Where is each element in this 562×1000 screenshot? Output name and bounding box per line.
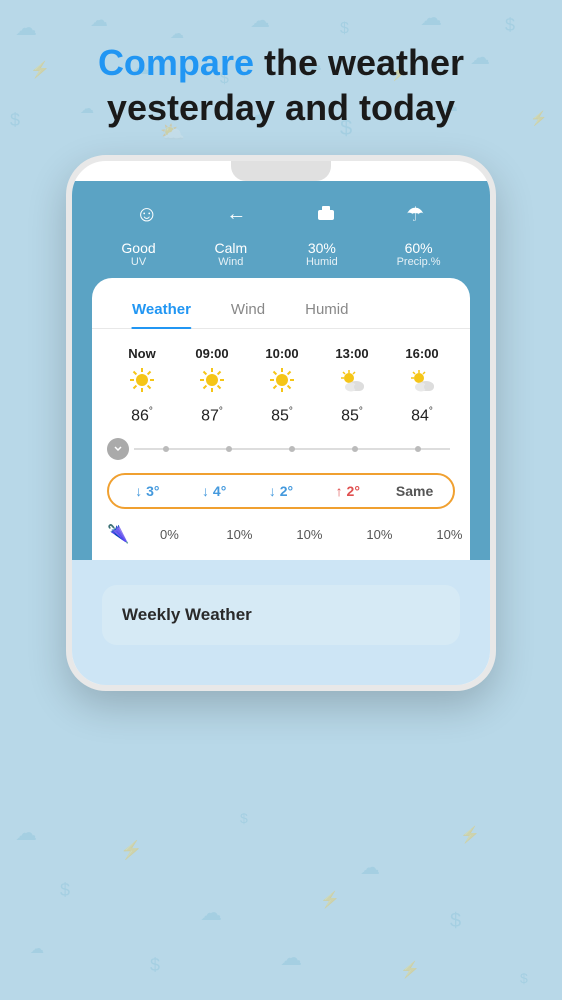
precip-stat: 60% Precip.% [397, 240, 441, 268]
weekly-section: Weekly Weather [72, 560, 490, 685]
wind-stat: Calm Wind [214, 240, 247, 268]
phone-container: ☺ ← ☂ Good UV Calm Wind [0, 155, 562, 691]
weekly-weather-label: Weekly Weather [122, 605, 252, 625]
sun-icon-10 [252, 366, 312, 401]
phone-notch [231, 161, 331, 181]
partly-cloudy-icon-16 [392, 366, 452, 401]
precip-items: 0% 10% 10% 10% 10% 10% [134, 527, 470, 542]
hour-item-19: 19:0 82 [457, 342, 470, 430]
weather-card: Weather Wind Humid Now [92, 278, 470, 560]
top-icons-row: ☺ ← ☂ [92, 196, 470, 232]
weather-app: ☺ ← ☂ Good UV Calm Wind [72, 181, 490, 560]
precip-3: 10% [344, 527, 414, 542]
slider-line [134, 448, 450, 450]
header-highlight: Compare [98, 42, 254, 83]
comp-item-4: Same [381, 483, 448, 499]
tab-wind[interactable]: Wind [211, 293, 285, 328]
tab-humid[interactable]: Humid [285, 293, 368, 328]
hour-item-10: 10:00 [247, 341, 317, 430]
precipitation-row: 🌂 0% 10% 10% 10% 10% 10% [92, 519, 470, 560]
weekly-weather-card[interactable]: Weekly Weather [102, 585, 460, 645]
header-line1-rest: the weather [254, 42, 464, 83]
hour-item-09: 09:00 [177, 341, 247, 430]
header-section: Compare the weather yesterday and today [0, 0, 562, 150]
precip-icon: ☂ [397, 196, 433, 232]
cloudy-icon-19 [462, 367, 470, 402]
tab-weather[interactable]: Weather [112, 293, 211, 328]
phone-mockup: ☺ ← ☂ Good UV Calm Wind [66, 155, 496, 691]
slider-row [92, 430, 470, 468]
header-line2: yesterday and today [107, 87, 455, 128]
hourly-scroll: Now [92, 341, 470, 430]
precip-0: 0% [134, 527, 204, 542]
precip-2: 10% [274, 527, 344, 542]
slider-handle[interactable] [107, 438, 129, 460]
sun-icon-09 [182, 366, 242, 401]
comparison-row: ↓ 3° ↓ 4° ↓ 2° ↑ 2° Same [107, 473, 455, 509]
partly-cloudy-icon-13 [322, 366, 382, 401]
hour-item-now: Now [107, 341, 177, 430]
rain-icon: 🌂 [107, 524, 129, 545]
humid-icon [308, 196, 344, 232]
precip-4: 10% [414, 527, 470, 542]
uv-icon: ☺ [129, 196, 165, 232]
hourly-row: Now [107, 341, 455, 430]
hour-item-13: 13:00 [317, 341, 387, 430]
precip-1: 10% [204, 527, 274, 542]
comp-item-2: ↓ 2° [248, 483, 315, 499]
uv-stat: Good UV [121, 240, 155, 268]
wind-icon: ← [218, 196, 254, 232]
sun-icon-now [112, 366, 172, 401]
tabs-row: Weather Wind Humid [92, 293, 470, 329]
comp-item-1: ↓ 4° [181, 483, 248, 499]
humid-stat: 30% Humid [306, 240, 338, 268]
comp-item-3: ↑ 2° [314, 483, 381, 499]
stats-row: Good UV Calm Wind 30% Humid 60% Precip.% [92, 240, 470, 268]
comp-item-0: ↓ 3° [114, 483, 181, 499]
hour-item-16: 16:00 [387, 341, 457, 430]
